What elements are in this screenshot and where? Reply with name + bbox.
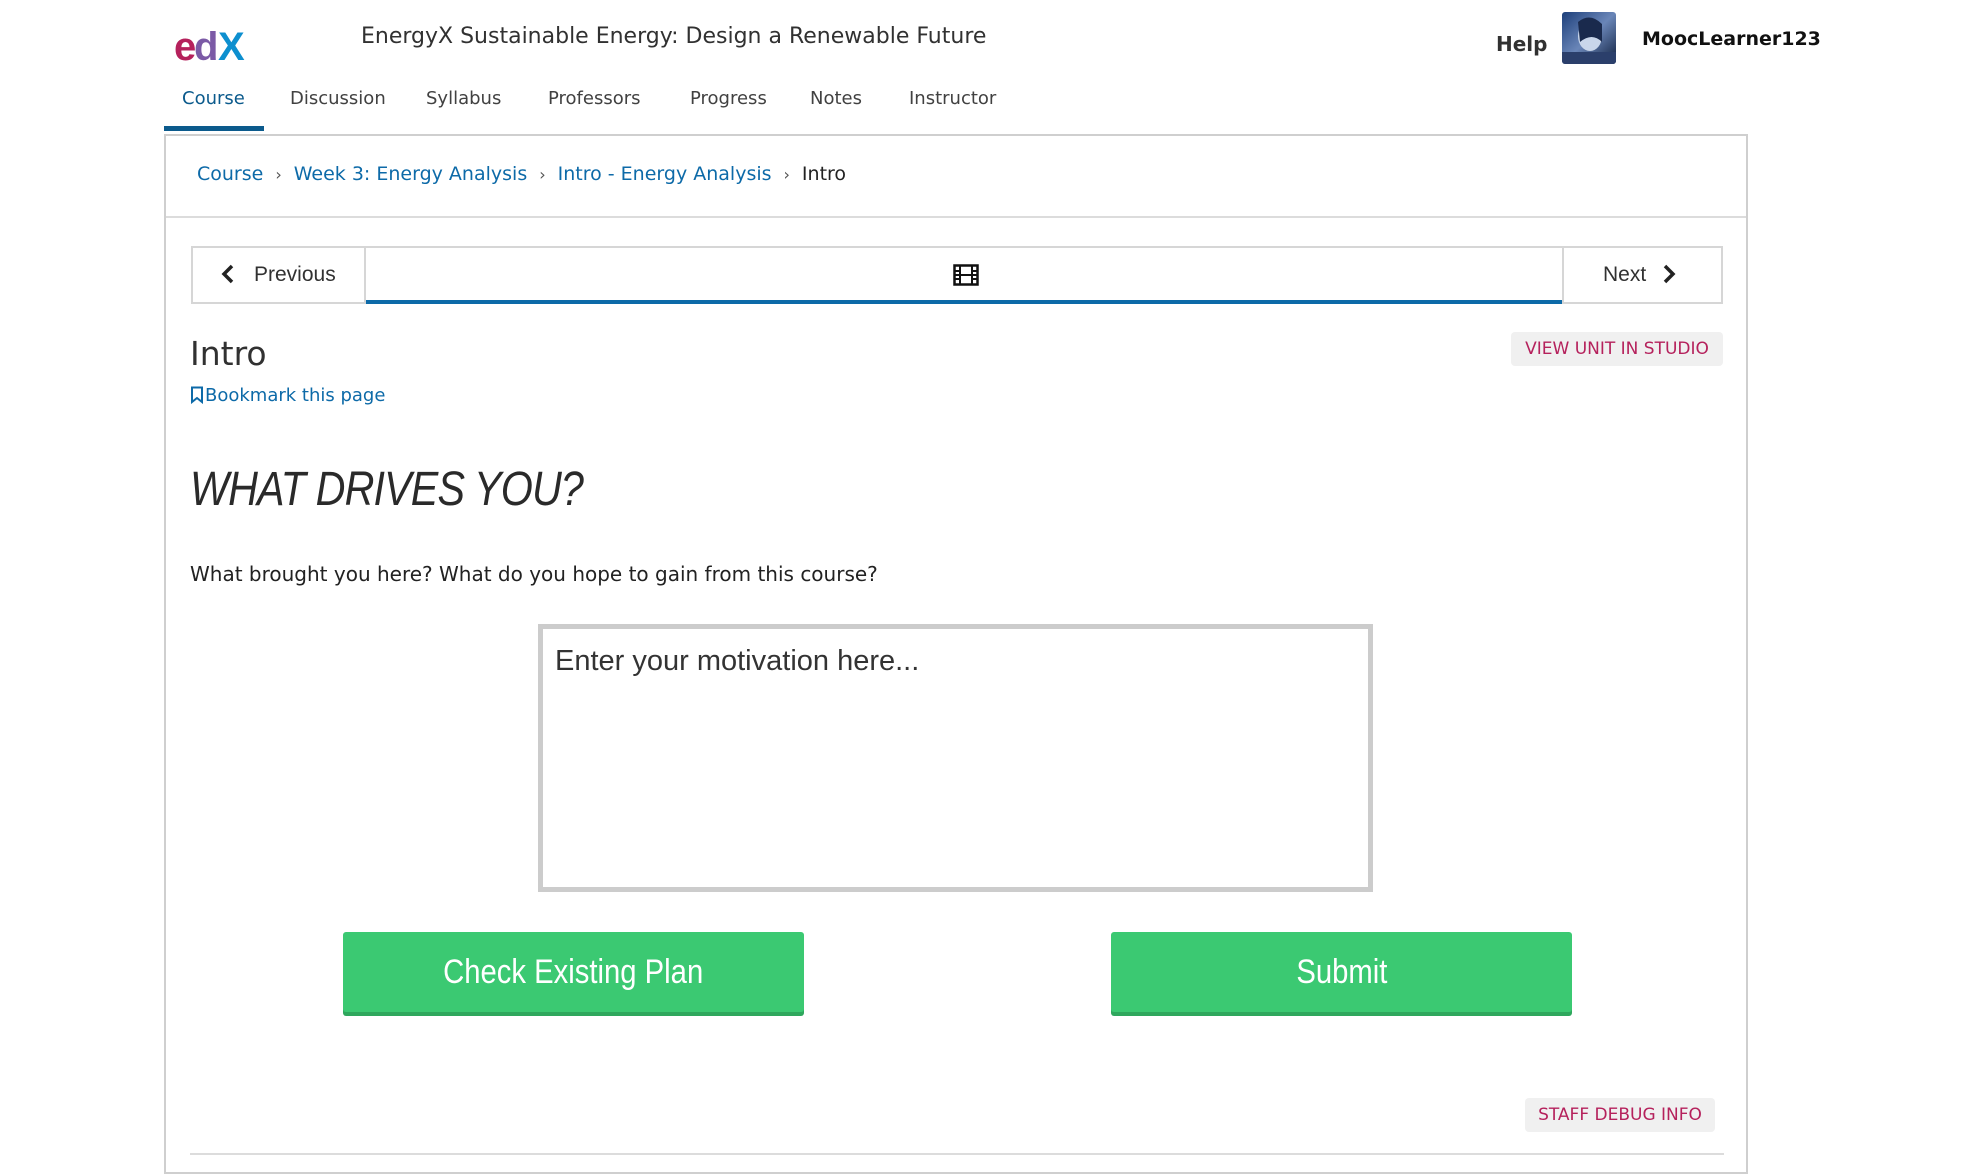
user-avatar[interactable] — [1562, 12, 1616, 64]
submit-button[interactable]: Submit — [1111, 932, 1572, 1012]
breadcrumb-separator-icon: › — [539, 165, 546, 184]
view-in-studio-button[interactable]: VIEW UNIT IN STUDIO — [1511, 332, 1723, 366]
active-unit-indicator — [366, 300, 1562, 304]
help-link[interactable]: Help — [1496, 32, 1547, 56]
svg-text:d: d — [194, 26, 216, 66]
motivation-textarea[interactable] — [538, 624, 1373, 892]
staff-debug-info-button[interactable]: STAFF DEBUG INFO — [1525, 1098, 1715, 1132]
tab-syllabus[interactable]: Syllabus — [426, 88, 501, 109]
unit-title: Intro — [190, 334, 267, 373]
breadcrumb-current: Intro — [801, 163, 847, 185]
bookmark-icon — [191, 386, 203, 405]
svg-text:X: X — [218, 26, 245, 66]
bookmark-button[interactable]: Bookmark this page — [190, 385, 385, 406]
breadcrumb-subsection[interactable]: Intro - Energy Analysis — [558, 163, 772, 185]
tab-course[interactable]: Course — [182, 88, 245, 109]
unit-tab-video[interactable] — [366, 248, 1562, 304]
check-existing-plan-button[interactable]: Check Existing Plan — [343, 932, 804, 1012]
chevron-right-icon — [1662, 264, 1676, 290]
svg-text:e: e — [174, 26, 195, 66]
breadcrumb-trail: Course › Week 3: Energy Analysis › Intro - E… — [197, 163, 846, 185]
breadcrumb-week[interactable]: Week 3: Energy Analysis — [294, 163, 527, 185]
tab-notes[interactable]: Notes — [810, 88, 862, 109]
tab-discussion[interactable]: Discussion — [290, 88, 386, 109]
tab-progress[interactable]: Progress — [690, 88, 767, 109]
tab-professors[interactable]: Professors — [548, 88, 641, 109]
bookmark-label: Bookmark this page — [205, 385, 386, 406]
content-headline: WHAT DRIVES YOU? — [190, 463, 584, 516]
previous-label: Previous — [254, 263, 336, 286]
breadcrumb: Course › Week 3: Energy Analysis › Intro - E… — [166, 136, 1746, 218]
film-icon — [953, 264, 979, 290]
active-tab-indicator — [164, 126, 264, 131]
course-title: EnergyX Sustainable Energy: Design a Ren… — [361, 24, 987, 49]
tab-instructor[interactable]: Instructor — [909, 88, 996, 109]
course-content-frame: Course › Week 3: Energy Analysis › Intro - E… — [164, 134, 1748, 1174]
breadcrumb-separator-icon: › — [275, 165, 282, 184]
sequence-navigation: Previous Next — [191, 246, 1723, 304]
submit-label: Submit — [1295, 953, 1387, 991]
next-button[interactable]: Next — [1562, 248, 1721, 302]
previous-button[interactable]: Previous — [193, 248, 366, 302]
edx-logo[interactable]: e d X — [174, 26, 256, 66]
username[interactable]: MoocLearner123 — [1642, 28, 1821, 50]
site-header: e d X EnergyX Sustainable Energy: Design… — [0, 0, 1968, 134]
content-question: What brought you here? What do you hope … — [190, 562, 878, 586]
breadcrumb-separator-icon: › — [783, 165, 790, 184]
next-label: Next — [1603, 263, 1647, 286]
breadcrumb-course[interactable]: Course — [197, 163, 263, 185]
chevron-left-icon — [221, 264, 235, 290]
content-divider — [190, 1153, 1724, 1155]
check-existing-plan-label: Check Existing Plan — [443, 953, 704, 991]
